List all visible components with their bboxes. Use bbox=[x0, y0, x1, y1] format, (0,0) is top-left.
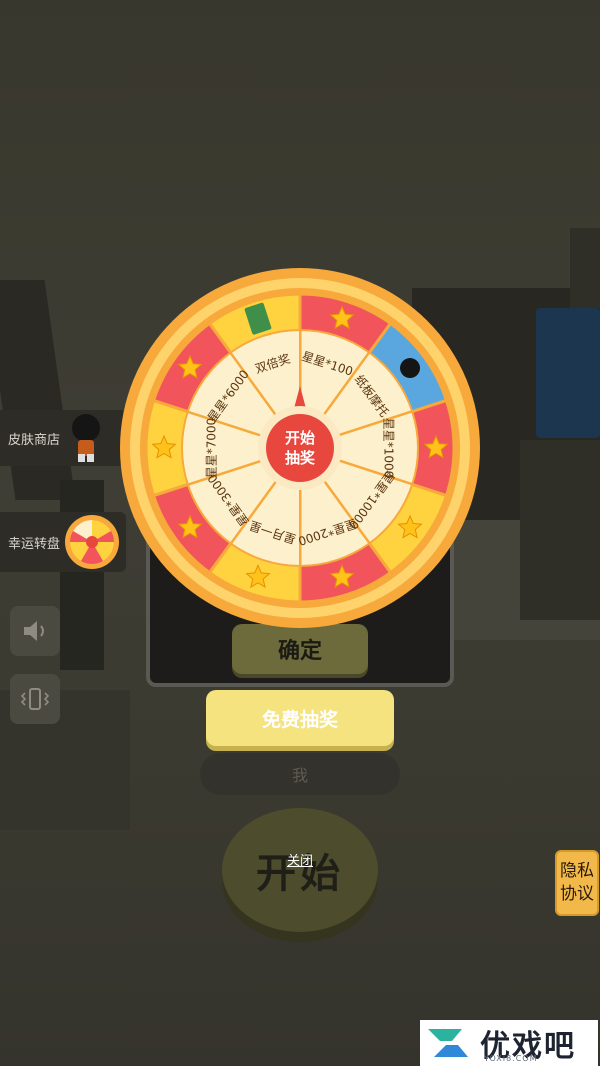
privacy-label-line2: 协议 bbox=[560, 884, 594, 904]
watermark-logo: 优戏吧 YOXI8.COM bbox=[420, 1020, 598, 1066]
character-icon bbox=[400, 358, 421, 379]
character-icon bbox=[72, 414, 101, 462]
sound-toggle-button[interactable] bbox=[10, 606, 60, 656]
start-game-button[interactable]: 开始 bbox=[222, 808, 378, 932]
privacy-label-line1: 隐私 bbox=[560, 861, 594, 881]
speaker-icon bbox=[24, 621, 44, 641]
vibration-toggle-button[interactable] bbox=[10, 674, 60, 724]
secondary-pill-button[interactable]: 我 bbox=[200, 753, 400, 795]
watermark-mark-icon bbox=[428, 1029, 468, 1057]
wheel-center-label-1: 开始 bbox=[285, 429, 315, 447]
lucky-wheel-button[interactable]: 幸运转盘 bbox=[0, 512, 126, 572]
privacy-policy-button[interactable]: 隐私 协议 bbox=[555, 850, 599, 916]
close-link[interactable]: 关闭 bbox=[270, 850, 330, 869]
skin-shop-label: 皮肤商店 bbox=[8, 432, 61, 448]
confirm-button[interactable]: 确定 bbox=[232, 624, 368, 674]
wheel-center-disc bbox=[266, 414, 334, 482]
wheel-center-label-2: 抽奖 bbox=[285, 449, 316, 467]
watermark-url: YOXI8.COM bbox=[484, 1054, 538, 1063]
free-draw-button[interactable]: 免费抽奖 bbox=[206, 690, 394, 746]
wheel-icon bbox=[65, 515, 120, 569]
prize-wheel[interactable]: 星星*100纸板摩托星星*1000星星*10000星星*2000星月一星星星*3… bbox=[120, 268, 480, 628]
skin-shop-button[interactable]: 皮肤商店 bbox=[0, 410, 126, 466]
wheel-prize-label: 星星*7000 bbox=[205, 418, 219, 479]
vibration-icon bbox=[20, 688, 50, 710]
lucky-wheel-label: 幸运转盘 bbox=[8, 536, 61, 552]
